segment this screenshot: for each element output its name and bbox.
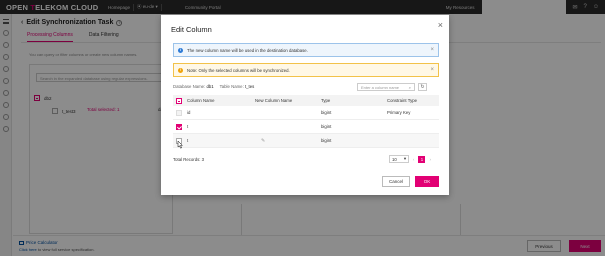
row-checkbox[interactable] [176, 123, 182, 130]
edit-icon[interactable]: ✎ [261, 138, 265, 144]
close-info-icon[interactable]: × [430, 47, 434, 53]
chevron-down-icon: ▾ [403, 156, 406, 161]
total-records: Total Records: 3 [173, 157, 205, 162]
column-search-input[interactable]: Enter a column name ⌕ [357, 83, 415, 91]
select-all-checkbox[interactable] [176, 97, 182, 104]
table-header: Column Name New Column Name Type Constra… [173, 95, 439, 106]
info-alert: i The new column name will be used in th… [173, 43, 439, 57]
table-row: t bigint [173, 120, 439, 134]
mouse-cursor-icon [177, 141, 183, 149]
table-row: t ✎ bigint [173, 134, 439, 148]
close-icon[interactable]: × [438, 20, 443, 30]
next-page-icon[interactable]: › [429, 157, 430, 162]
prev-page-icon[interactable]: ‹ [413, 157, 414, 162]
dialog-title: Edit Column [171, 25, 212, 34]
refresh-icon[interactable]: ↻ [418, 83, 427, 91]
column-table: Column Name New Column Name Type Constra… [173, 95, 439, 148]
warning-alert: ! Note: Only the selected columns will b… [173, 63, 439, 77]
close-warning-icon[interactable]: × [430, 67, 434, 73]
database-info: Database Name: db1 Table Name: t_tes [173, 84, 255, 89]
search-icon: ⌕ [408, 84, 411, 90]
ok-button[interactable]: OK [415, 176, 439, 187]
pagination: 10 ▾ ‹ 1 › [389, 155, 431, 163]
cancel-button[interactable]: Cancel [382, 176, 410, 187]
row-checkbox[interactable] [176, 109, 182, 116]
edit-column-dialog: Edit Column × i The new column name will… [161, 15, 449, 195]
warning-icon: ! [178, 67, 183, 73]
table-row: id bigint Primary Key [173, 106, 439, 120]
page-size-select[interactable]: 10 ▾ [389, 155, 409, 163]
page-number-current[interactable]: 1 [418, 155, 426, 163]
info-icon: i [178, 47, 183, 53]
